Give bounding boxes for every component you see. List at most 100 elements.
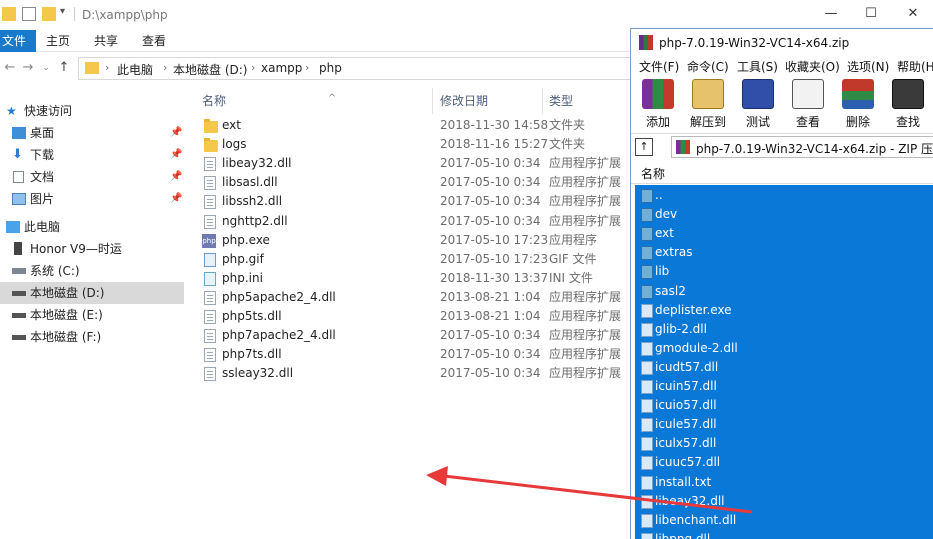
menu-options[interactable]: 选项(N) xyxy=(847,58,889,75)
archive-list-item[interactable]: libpng.dll xyxy=(635,530,933,539)
column-label: 修改日期 xyxy=(440,94,489,108)
column-header-name[interactable]: 名称 ^ xyxy=(202,89,438,113)
sidebar-label: 系统 (C:) xyxy=(30,264,80,278)
archive-list-item[interactable]: lib xyxy=(635,262,933,281)
winrar-menubar: 文件(F) 命令(C) 工具(S) 收藏夹(O) 选项(N) 帮助(H) xyxy=(631,56,933,76)
ini-settings-icon xyxy=(204,271,216,286)
sidebar-item-downloads[interactable]: ⬇ 下载 📌 xyxy=(0,144,184,166)
recent-locations-chevron-icon[interactable]: ⌄ xyxy=(38,60,54,76)
toolbar-label: 删除 xyxy=(845,115,870,129)
column-header-type[interactable]: 类型 xyxy=(549,89,629,113)
delete-button[interactable]: 删除 xyxy=(835,79,881,131)
navigation-pane: ★ 快速访问 桌面 📌 ⬇ 下载 📌 文档 📌 图片 📌 此电脑 Honor V… xyxy=(0,96,184,539)
close-button[interactable]: ✕ xyxy=(898,4,928,24)
file-date: 2017-05-10 0:34 xyxy=(440,194,541,209)
address-box[interactable]: › 此电脑 › 本地磁盘 (D:) › xampp › php xyxy=(78,57,638,80)
sidebar-item-drive-e[interactable]: 本地磁盘 (E:) xyxy=(0,304,184,326)
tab-home[interactable]: 主页 xyxy=(38,30,78,52)
tab-file[interactable]: 文件 xyxy=(0,30,37,52)
breadcrumb-php[interactable]: php xyxy=(319,61,342,75)
pictures-icon xyxy=(12,193,26,205)
archive-list-item[interactable]: glib-2.dll xyxy=(635,320,933,339)
archive-list-item[interactable]: ext xyxy=(635,224,933,243)
breadcrumb-xampp[interactable]: xampp xyxy=(261,61,302,75)
new-folder-icon[interactable] xyxy=(42,7,56,21)
archive-entry-name: icuin57.dll xyxy=(655,379,717,393)
test-button[interactable]: 测试 xyxy=(735,79,781,131)
archive-list-item[interactable]: icule57.dll xyxy=(635,415,933,434)
menu-commands[interactable]: 命令(C) xyxy=(687,58,729,75)
winrar-column-header[interactable]: 名称 xyxy=(631,162,933,184)
drive-icon xyxy=(12,335,26,340)
archive-list-item[interactable]: deplister.exe xyxy=(635,301,933,320)
up-arrow-icon[interactable]: ↑ xyxy=(56,60,72,76)
sidebar-item-drive-c[interactable]: 系统 (C:) xyxy=(0,260,184,282)
archive-path-field[interactable]: php-7.0.19-Win32-VC14-x64.zip - ZIP 压缩文件 xyxy=(671,136,933,158)
file-name: nghttp2.dll xyxy=(222,213,288,228)
archive-list-item[interactable]: extras xyxy=(635,243,933,262)
archive-list-item[interactable]: iculx57.dll xyxy=(635,434,933,453)
sidebar-label: 此电脑 xyxy=(24,220,61,234)
archive-entry-name: icudt57.dll xyxy=(655,359,719,374)
sidebar-item-documents[interactable]: 文档 📌 xyxy=(0,166,184,188)
breadcrumb-this-pc[interactable]: 此电脑 xyxy=(117,61,153,78)
file-date: 2017-05-10 0:34 xyxy=(440,156,541,171)
file-type: 文件夹 xyxy=(549,137,586,152)
sidebar-item-drive-f[interactable]: 本地磁盘 (F:) xyxy=(0,326,184,348)
archive-list-item[interactable]: icuio57.dll xyxy=(635,396,933,415)
tab-share[interactable]: 共享 xyxy=(86,30,126,52)
archive-list-item[interactable]: sasl2 xyxy=(635,282,933,301)
file-type: 应用程序扩展 xyxy=(549,156,622,171)
winrar-logo-icon xyxy=(639,35,653,50)
up-one-level-icon[interactable]: ↑ xyxy=(635,138,653,156)
menu-tools[interactable]: 工具(S) xyxy=(737,58,778,75)
sidebar-quick-access[interactable]: ★ 快速访问 xyxy=(0,100,184,122)
forward-arrow-icon[interactable]: → xyxy=(20,60,36,76)
column-divider[interactable] xyxy=(542,88,543,114)
back-arrow-icon[interactable]: ← xyxy=(2,60,18,76)
add-archive-icon xyxy=(642,79,674,109)
column-divider[interactable] xyxy=(432,88,433,114)
window-title: D:\xampp\php xyxy=(82,8,168,22)
extract-to-button[interactable]: 解压到 xyxy=(685,79,731,131)
archive-list-item[interactable]: libeay32.dll xyxy=(635,492,933,511)
add-button[interactable]: 添加 xyxy=(635,79,681,131)
minimize-button[interactable]: — xyxy=(816,4,846,24)
sidebar-item-drive-d[interactable]: 本地磁盘 (D:) xyxy=(0,282,184,304)
archive-list-item[interactable]: libenchant.dll xyxy=(635,511,933,530)
archive-list-item[interactable]: icuuc57.dll xyxy=(635,453,933,472)
find-button[interactable]: 查找 xyxy=(885,79,931,131)
archive-entry-name: libenchant.dll xyxy=(655,512,737,527)
breadcrumb-drive-d[interactable]: 本地磁盘 (D:) xyxy=(173,61,247,78)
file-name: php.exe xyxy=(222,232,270,247)
archive-list-item[interactable]: .. xyxy=(635,186,933,205)
dll-file-icon xyxy=(641,341,653,356)
menu-favorites[interactable]: 收藏夹(O) xyxy=(785,58,840,75)
column-header-date[interactable]: 修改日期 xyxy=(440,89,540,113)
file-date: 2018-11-30 14:58 xyxy=(440,118,549,132)
menu-help[interactable]: 帮助(H) xyxy=(897,58,933,75)
sidebar-item-desktop[interactable]: 桌面 📌 xyxy=(0,122,184,144)
view-button[interactable]: 查看 xyxy=(785,79,831,131)
tab-view[interactable]: 查看 xyxy=(134,30,174,52)
file-date: 2017-05-10 0:34 xyxy=(440,347,541,362)
maximize-button[interactable]: ☐ xyxy=(856,4,886,24)
archive-list-item[interactable]: dev xyxy=(635,205,933,224)
file-date: 2017-05-10 0:34 xyxy=(440,175,541,190)
winrar-archive-icon xyxy=(676,140,690,154)
menu-file[interactable]: 文件(F) xyxy=(639,58,679,75)
properties-checkbox-icon[interactable] xyxy=(22,7,36,21)
archive-list-item[interactable]: install.txt xyxy=(635,473,933,492)
archive-list-item[interactable]: icuin57.dll xyxy=(635,377,933,396)
system-drive-icon xyxy=(12,268,26,274)
dll-file-icon xyxy=(641,399,653,414)
file-type: 应用程序扩展 xyxy=(549,309,622,323)
sidebar-item-pictures[interactable]: 图片 📌 xyxy=(0,188,184,210)
delete-recycle-icon xyxy=(842,79,874,109)
archive-list-item[interactable]: icudt57.dll xyxy=(635,358,933,377)
quick-access-dropdown-icon[interactable]: ▾ xyxy=(60,6,65,17)
sidebar-item-honor-phone[interactable]: Honor V9—时运 xyxy=(0,238,184,260)
archive-list-item[interactable]: gmodule-2.dll xyxy=(635,339,933,358)
sidebar-this-pc[interactable]: 此电脑 xyxy=(0,216,184,238)
toolbar-label: 查看 xyxy=(795,115,820,129)
